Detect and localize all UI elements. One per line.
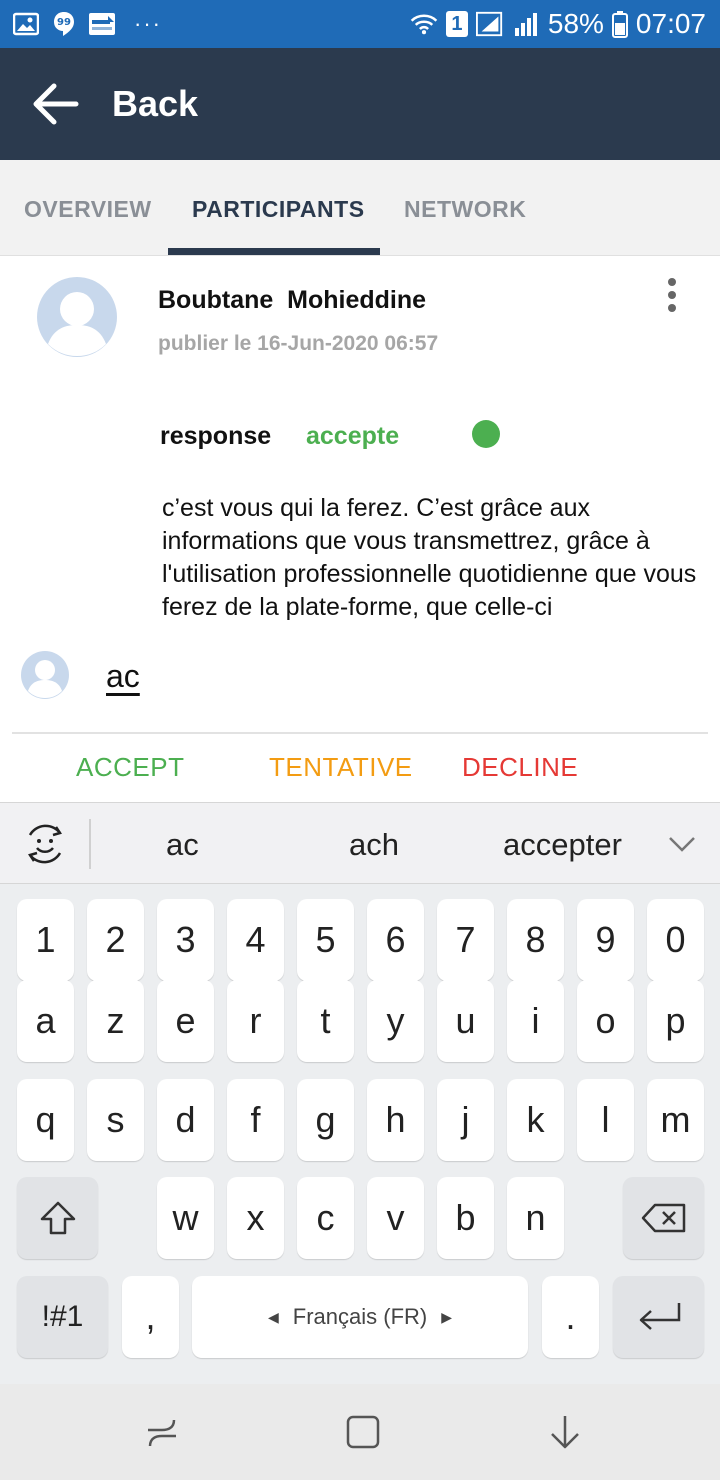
key-w[interactable]: w — [157, 1177, 214, 1259]
symbols-key[interactable]: !#1 — [17, 1276, 108, 1358]
active-tab-indicator — [168, 248, 380, 255]
clock: 07:07 — [635, 8, 706, 39]
key-u[interactable]: u — [437, 980, 494, 1062]
recent-apps-icon[interactable] — [142, 1412, 182, 1452]
tentative-button[interactable]: TENTATIVE — [269, 752, 413, 783]
key-3[interactable]: 3 — [157, 899, 214, 981]
response-label: response — [160, 422, 272, 450]
suggestion-1[interactable]: ac — [166, 827, 199, 863]
key-m[interactable]: m — [647, 1079, 704, 1161]
back-nav-icon[interactable] — [545, 1412, 585, 1452]
space-key[interactable]: ◀ Français (FR) ▶ — [192, 1276, 528, 1358]
emoji-sync-icon[interactable] — [22, 821, 68, 867]
key-j[interactable]: j — [437, 1079, 494, 1161]
key-5[interactable]: 5 — [297, 899, 354, 981]
author-name: Boubtane Mohieddine — [158, 286, 427, 314]
key-s[interactable]: s — [87, 1079, 144, 1161]
more-options-icon[interactable] — [662, 278, 682, 318]
tab-participants[interactable]: PARTICIPANTS — [192, 196, 365, 223]
key-e[interactable]: e — [157, 980, 214, 1062]
key-t[interactable]: t — [297, 980, 354, 1062]
key-q[interactable]: q — [17, 1079, 74, 1161]
key-i[interactable]: i — [507, 980, 564, 1062]
navigation-bar — [0, 1384, 720, 1480]
back-button[interactable]: Back — [112, 83, 198, 125]
more-notifications: ··· — [134, 11, 162, 36]
language-left-arrow: ◀ — [267, 1308, 279, 1325]
key-2[interactable]: 2 — [87, 899, 144, 981]
key-d[interactable]: d — [157, 1079, 214, 1161]
comment-input[interactable]: ac — [106, 658, 140, 695]
key-l[interactable]: l — [577, 1079, 634, 1161]
key-h[interactable]: h — [367, 1079, 424, 1161]
post-date: publier le 16-Jun-2020 06:57 — [158, 332, 439, 355]
key-a[interactable]: a — [17, 980, 74, 1062]
enter-key[interactable] — [613, 1276, 704, 1358]
avatar[interactable] — [36, 276, 118, 358]
svg-text:99: 99 — [57, 17, 71, 28]
key-p[interactable]: p — [647, 980, 704, 1062]
home-icon[interactable] — [343, 1412, 383, 1452]
signal-icon — [475, 11, 504, 37]
keyboard: 1 2 3 4 5 6 7 8 9 0 a z e r t y u i o p … — [0, 884, 720, 1384]
backspace-key[interactable] — [623, 1177, 704, 1259]
app-icon — [88, 11, 116, 37]
post-body: c’est vous qui la ferez. C’est grâce aux… — [162, 494, 697, 620]
suggestion-3[interactable]: accepter — [503, 827, 622, 863]
key-k[interactable]: k — [507, 1079, 564, 1161]
response-value: accepte — [306, 422, 400, 450]
key-0[interactable]: 0 — [647, 899, 704, 981]
key-v[interactable]: v — [367, 1177, 424, 1259]
key-n[interactable]: n — [507, 1177, 564, 1259]
decline-button[interactable]: DECLINE — [462, 752, 578, 783]
key-o[interactable]: o — [577, 980, 634, 1062]
back-arrow-icon[interactable] — [30, 80, 82, 128]
key-4[interactable]: 4 — [227, 899, 284, 981]
tab-bar: OVERVIEW PARTICIPANTS NETWORK — [0, 160, 720, 256]
comma-key[interactable]: , — [122, 1276, 179, 1358]
hangouts-icon: 99 — [50, 11, 78, 37]
battery-percent: 58% — [547, 8, 604, 39]
key-y[interactable]: y — [367, 980, 424, 1062]
comment-row: ac — [0, 628, 720, 732]
tab-network[interactable]: NETWORK — [404, 196, 526, 223]
response-actions: ACCEPT TENTATIVE DECLINE — [0, 734, 720, 802]
app-bar: Back — [0, 48, 720, 160]
shift-key[interactable] — [17, 1177, 98, 1259]
tab-overview[interactable]: OVERVIEW — [24, 196, 152, 223]
key-f[interactable]: f — [227, 1079, 284, 1161]
key-9[interactable]: 9 — [577, 899, 634, 981]
signal-icon-2 — [512, 11, 540, 37]
chevron-down-icon[interactable] — [666, 833, 698, 855]
key-r[interactable]: r — [227, 980, 284, 1062]
enter-icon — [639, 1303, 680, 1330]
language-right-arrow: ▶ — [441, 1308, 452, 1325]
key-b[interactable]: b — [437, 1177, 494, 1259]
key-1[interactable]: 1 — [17, 899, 74, 981]
key-6[interactable]: 6 — [367, 899, 424, 981]
suggestion-2[interactable]: ach — [349, 827, 399, 863]
wifi-icon — [410, 11, 438, 37]
backspace-icon — [641, 1203, 685, 1233]
gallery-icon — [12, 11, 40, 37]
period-key[interactable]: . — [542, 1276, 599, 1358]
status-bar: 99 ··· 1 58% 07:07 — [0, 0, 720, 48]
sim-badge: 1 — [445, 11, 468, 37]
space-language-label: Français (FR) — [292, 1304, 428, 1329]
key-8[interactable]: 8 — [507, 899, 564, 981]
key-c[interactable]: c — [297, 1177, 354, 1259]
response-status-dot — [472, 420, 500, 448]
separator — [89, 819, 91, 869]
shift-icon — [40, 1201, 75, 1235]
avatar — [20, 650, 70, 700]
key-7[interactable]: 7 — [437, 899, 494, 981]
keyboard-suggestion-bar: ac ach accepter — [0, 802, 720, 884]
key-g[interactable]: g — [297, 1079, 354, 1161]
accept-button[interactable]: ACCEPT — [76, 752, 184, 783]
key-x[interactable]: x — [227, 1177, 284, 1259]
battery-icon — [611, 11, 628, 38]
key-z[interactable]: z — [87, 980, 144, 1062]
participant-post: Boubtane Mohieddine publier le 16-Jun-20… — [0, 256, 720, 628]
